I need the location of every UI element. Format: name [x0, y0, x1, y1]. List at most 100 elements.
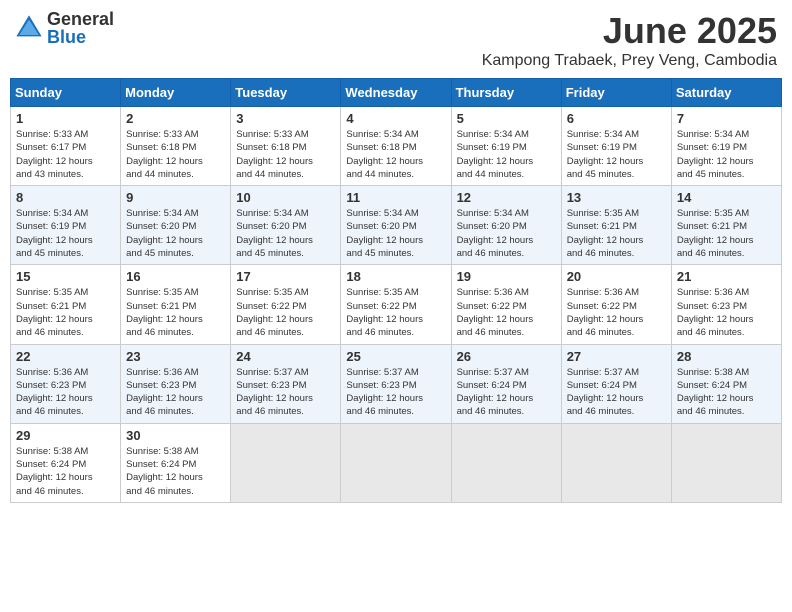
title-section: June 2025 Kampong Trabaek, Prey Veng, Ca… [482, 10, 777, 70]
weekday-header-monday: Monday [121, 79, 231, 107]
day-cell-8: 8Sunrise: 5:34 AMSunset: 6:19 PMDaylight… [11, 186, 121, 265]
day-cell-21: 21 Sunrise: 5:36 AMSunset: 6:23 PMDayligh… [671, 265, 781, 344]
day-info: Sunrise: 5:34 AMSunset: 6:20 PMDaylight:… [346, 207, 445, 260]
day-cell-18: 18Sunrise: 5:35 AMSunset: 6:22 PMDayligh… [341, 265, 451, 344]
day-info: Sunrise: 5:35 AMSunset: 6:22 PMDaylight:… [346, 286, 445, 339]
day-info: Sunrise: 5:33 AMSunset: 6:17 PMDaylight:… [16, 128, 115, 181]
weekday-header-sunday: Sunday [11, 79, 121, 107]
day-info: Sunrise: 5:35 AMSunset: 6:21 PMDaylight:… [16, 286, 115, 339]
day-number: 11 [346, 190, 445, 205]
day-number: 30 [126, 428, 225, 443]
logo: General Blue [15, 10, 114, 46]
calendar-week-2: 8Sunrise: 5:34 AMSunset: 6:19 PMDaylight… [11, 186, 782, 265]
calendar-week-1: 1Sunrise: 5:33 AMSunset: 6:17 PMDaylight… [11, 107, 782, 186]
day-number: 25 [346, 349, 445, 364]
day-info: Sunrise: 5:35 AMSunset: 6:21 PMDaylight:… [126, 286, 225, 339]
empty-cell [451, 423, 561, 502]
day-cell-12: 12Sunrise: 5:34 AMSunset: 6:20 PMDayligh… [451, 186, 561, 265]
calendar-week-5: 29 Sunrise: 5:38 AMSunset: 6:24 PMDayligh… [11, 423, 782, 502]
day-info: Sunrise: 5:37 AMSunset: 6:24 PMDaylight:… [457, 366, 556, 419]
day-info: Sunrise: 5:36 AMSunset: 6:23 PMDaylight:… [677, 286, 776, 339]
day-cell-3: 3 Sunrise: 5:33 AMSunset: 6:18 PMDaylight… [231, 107, 341, 186]
day-info: Sunrise: 5:35 AMSunset: 6:21 PMDaylight:… [677, 207, 776, 260]
day-number: 20 [567, 269, 666, 284]
day-cell-1: 1Sunrise: 5:33 AMSunset: 6:17 PMDaylight… [11, 107, 121, 186]
calendar-week-4: 22Sunrise: 5:36 AMSunset: 6:23 PMDayligh… [11, 344, 782, 423]
day-cell-16: 16Sunrise: 5:35 AMSunset: 6:21 PMDayligh… [121, 265, 231, 344]
day-number: 10 [236, 190, 335, 205]
day-cell-22: 22Sunrise: 5:36 AMSunset: 6:23 PMDayligh… [11, 344, 121, 423]
day-info: Sunrise: 5:37 AMSunset: 6:23 PMDaylight:… [346, 366, 445, 419]
day-number: 14 [677, 190, 776, 205]
day-cell-24: 24 Sunrise: 5:37 AMSunset: 6:23 PMDayligh… [231, 344, 341, 423]
day-info: Sunrise: 5:37 AMSunset: 6:23 PMDaylight:… [236, 366, 335, 419]
day-info: Sunrise: 5:36 AMSunset: 6:22 PMDaylight:… [567, 286, 666, 339]
day-cell-23: 23Sunrise: 5:36 AMSunset: 6:23 PMDayligh… [121, 344, 231, 423]
day-number: 7 [677, 111, 776, 126]
day-number: 2 [126, 111, 225, 126]
day-info: Sunrise: 5:34 AMSunset: 6:19 PMDaylight:… [567, 128, 666, 181]
day-info: Sunrise: 5:36 AMSunset: 6:22 PMDaylight:… [457, 286, 556, 339]
day-cell-14: 14 Sunrise: 5:35 AMSunset: 6:21 PMDayligh… [671, 186, 781, 265]
day-cell-27: 27 Sunrise: 5:37 AMSunset: 6:24 PMDayligh… [561, 344, 671, 423]
day-number: 5 [457, 111, 556, 126]
day-number: 9 [126, 190, 225, 205]
empty-cell [231, 423, 341, 502]
location-title: Kampong Trabaek, Prey Veng, Cambodia [482, 52, 777, 70]
day-cell-19: 19 Sunrise: 5:36 AMSunset: 6:22 PMDayligh… [451, 265, 561, 344]
day-cell-11: 11 Sunrise: 5:34 AMSunset: 6:20 PMDayligh… [341, 186, 451, 265]
day-number: 15 [16, 269, 115, 284]
day-info: Sunrise: 5:33 AMSunset: 6:18 PMDaylight:… [236, 128, 335, 181]
calendar-week-3: 15 Sunrise: 5:35 AMSunset: 6:21 PMDayligh… [11, 265, 782, 344]
day-info: Sunrise: 5:35 AMSunset: 6:22 PMDaylight:… [236, 286, 335, 339]
day-cell-7: 7 Sunrise: 5:34 AMSunset: 6:19 PMDaylight… [671, 107, 781, 186]
weekday-header-tuesday: Tuesday [231, 79, 341, 107]
day-info: Sunrise: 5:34 AMSunset: 6:19 PMDaylight:… [677, 128, 776, 181]
day-cell-4: 4Sunrise: 5:34 AMSunset: 6:18 PMDaylight… [341, 107, 451, 186]
empty-cell [561, 423, 671, 502]
logo-general: General [47, 10, 114, 28]
day-number: 24 [236, 349, 335, 364]
month-title: June 2025 [482, 10, 777, 52]
day-cell-17: 17 Sunrise: 5:35 AMSunset: 6:22 PMDayligh… [231, 265, 341, 344]
day-cell-29: 29 Sunrise: 5:38 AMSunset: 6:24 PMDayligh… [11, 423, 121, 502]
logo-text: General Blue [47, 10, 114, 46]
logo-blue: Blue [47, 28, 114, 46]
calendar-body: 1Sunrise: 5:33 AMSunset: 6:17 PMDaylight… [11, 107, 782, 503]
header: General Blue June 2025 Kampong Trabaek, … [10, 10, 782, 70]
day-number: 27 [567, 349, 666, 364]
logo-icon [15, 14, 43, 42]
weekday-header-friday: Friday [561, 79, 671, 107]
day-info: Sunrise: 5:35 AMSunset: 6:21 PMDaylight:… [567, 207, 666, 260]
day-cell-13: 13Sunrise: 5:35 AMSunset: 6:21 PMDayligh… [561, 186, 671, 265]
weekday-header-thursday: Thursday [451, 79, 561, 107]
day-number: 21 [677, 269, 776, 284]
day-cell-9: 9Sunrise: 5:34 AMSunset: 6:20 PMDaylight… [121, 186, 231, 265]
day-cell-30: 30Sunrise: 5:38 AMSunset: 6:24 PMDayligh… [121, 423, 231, 502]
day-number: 17 [236, 269, 335, 284]
day-cell-10: 10Sunrise: 5:34 AMSunset: 6:20 PMDayligh… [231, 186, 341, 265]
empty-cell [341, 423, 451, 502]
day-number: 4 [346, 111, 445, 126]
empty-cell [671, 423, 781, 502]
day-info: Sunrise: 5:38 AMSunset: 6:24 PMDaylight:… [677, 366, 776, 419]
day-cell-6: 6Sunrise: 5:34 AMSunset: 6:19 PMDaylight… [561, 107, 671, 186]
day-cell-15: 15 Sunrise: 5:35 AMSunset: 6:21 PMDayligh… [11, 265, 121, 344]
day-number: 19 [457, 269, 556, 284]
day-number: 8 [16, 190, 115, 205]
day-number: 26 [457, 349, 556, 364]
day-info: Sunrise: 5:38 AMSunset: 6:24 PMDaylight:… [16, 445, 115, 498]
day-cell-20: 20 Sunrise: 5:36 AMSunset: 6:22 PMDayligh… [561, 265, 671, 344]
day-number: 3 [236, 111, 335, 126]
day-info: Sunrise: 5:37 AMSunset: 6:24 PMDaylight:… [567, 366, 666, 419]
day-number: 29 [16, 428, 115, 443]
weekday-header-row: SundayMondayTuesdayWednesdayThursdayFrid… [11, 79, 782, 107]
day-number: 22 [16, 349, 115, 364]
day-info: Sunrise: 5:34 AMSunset: 6:20 PMDaylight:… [457, 207, 556, 260]
day-cell-2: 2 Sunrise: 5:33 AMSunset: 6:18 PMDaylight… [121, 107, 231, 186]
day-info: Sunrise: 5:33 AMSunset: 6:18 PMDaylight:… [126, 128, 225, 181]
day-cell-5: 5Sunrise: 5:34 AMSunset: 6:19 PMDaylight… [451, 107, 561, 186]
weekday-header-saturday: Saturday [671, 79, 781, 107]
day-number: 23 [126, 349, 225, 364]
day-number: 28 [677, 349, 776, 364]
